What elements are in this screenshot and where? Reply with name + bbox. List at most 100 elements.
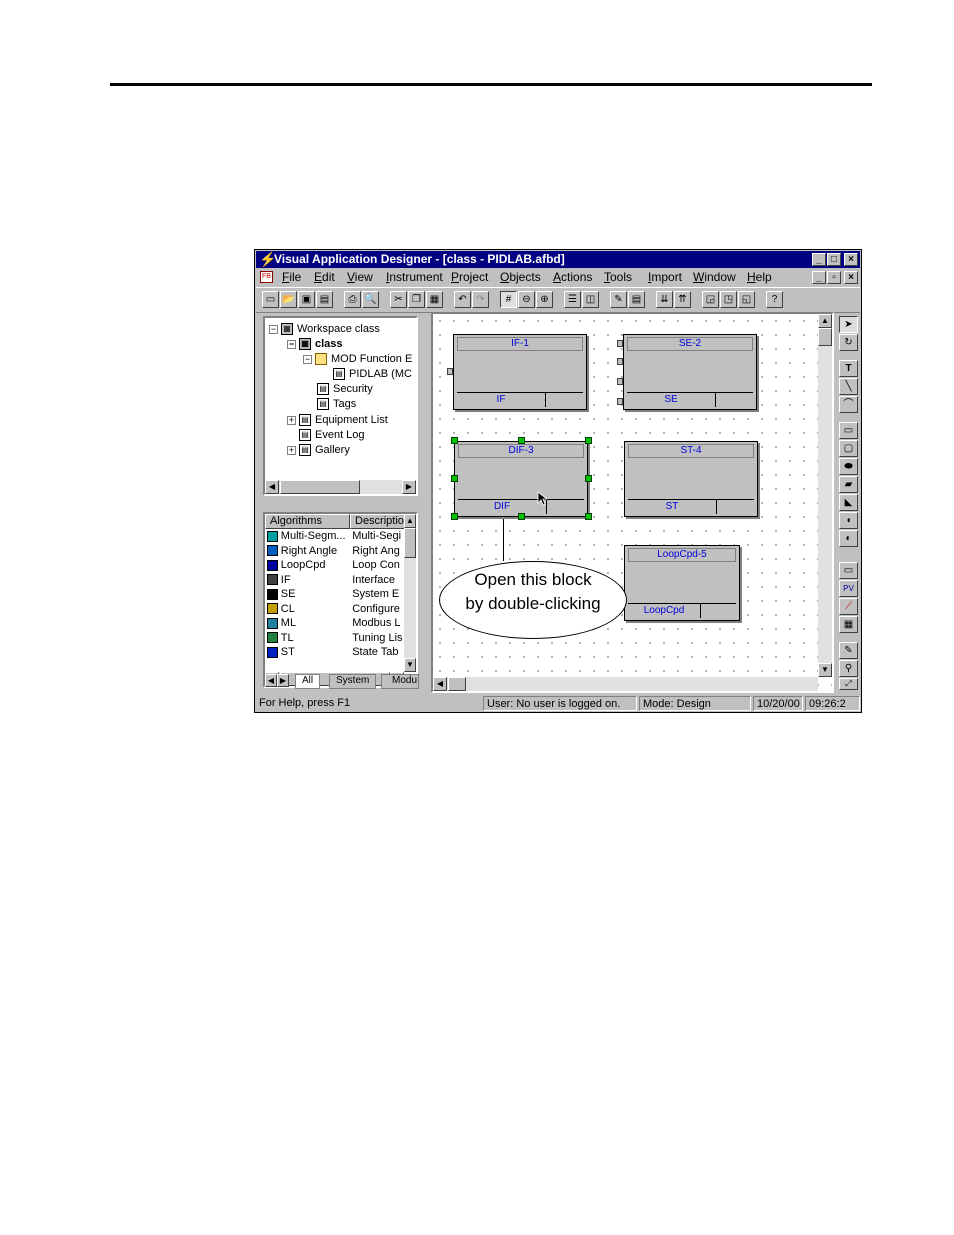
list-item[interactable]: CL Configure — [265, 602, 405, 617]
pie-icon[interactable]: ◣ — [839, 494, 858, 511]
mdi-close-button[interactable]: × — [844, 271, 858, 284]
zoom-fit-icon[interactable]: ⤢ — [839, 678, 858, 690]
function-block-se-2[interactable]: SE-2 SE — [623, 334, 757, 410]
maximize-button[interactable]: □ — [827, 253, 841, 266]
input-port[interactable] — [447, 368, 453, 375]
save-all-icon[interactable]: ▤ — [316, 291, 333, 308]
rotate-icon[interactable]: ↻ — [839, 334, 858, 351]
scroll-thumb[interactable] — [448, 677, 466, 691]
zoom-in-icon[interactable]: ⊕ — [536, 291, 553, 308]
rectangle-icon[interactable]: ▭ — [839, 422, 858, 439]
compile-icon[interactable]: ✎ — [610, 291, 627, 308]
tab-modules[interactable]: Modu — [381, 674, 419, 689]
collapse-icon[interactable]: − — [269, 324, 278, 334]
resize-handle[interactable] — [451, 437, 458, 444]
text-icon[interactable]: T — [839, 360, 858, 377]
tree-item-security[interactable]: ▤ Security — [317, 382, 373, 396]
resize-handle[interactable] — [451, 513, 458, 520]
tab-scroll-right-icon[interactable]: ▶ — [277, 674, 289, 687]
pv-icon[interactable]: PV — [839, 580, 858, 597]
input-port[interactable] — [617, 340, 623, 347]
tree-item-pidlab[interactable]: ▤ PIDLAB (MC — [333, 367, 412, 381]
menu-instrument[interactable]: Instrument — [386, 269, 443, 286]
pointer-icon[interactable]: ➤ — [839, 316, 858, 333]
trend-icon[interactable]: ⟋ — [839, 598, 858, 615]
print-preview-icon[interactable]: 🔍 — [362, 291, 379, 308]
tree-item-gallery[interactable]: + ▤ Gallery — [287, 443, 350, 457]
copy-icon[interactable]: ❐ — [408, 291, 425, 308]
minimize-button[interactable]: _ — [812, 253, 826, 266]
design-canvas[interactable]: IF-1 IF SE-2 SE DIF-3 DIF ST-4 ST LoopCp… — [431, 312, 834, 693]
list-item[interactable]: ST State Tab — [265, 645, 405, 660]
function-block-st-4[interactable]: ST-4 ST — [624, 441, 758, 517]
scroll-right-icon[interactable]: ▶ — [402, 480, 416, 494]
menu-file[interactable]: File — [282, 269, 301, 286]
list-item[interactable]: LoopCpd Loop Con — [265, 558, 405, 573]
tree-item-tags[interactable]: ▤ Tags — [317, 397, 356, 411]
tree-item-class[interactable]: − ▦ class — [287, 337, 343, 351]
list-item[interactable]: Multi-Segm... Multi-Segi — [265, 529, 405, 544]
canvas-hscrollbar[interactable]: ◀ — [433, 677, 818, 691]
tile-horizontal-icon[interactable]: ☰ — [564, 291, 581, 308]
window-2-icon[interactable]: ◳ — [720, 291, 737, 308]
circle-icon[interactable]: ◐ — [839, 530, 858, 547]
scroll-left-icon[interactable]: ◀ — [433, 677, 447, 691]
function-block-if-1[interactable]: IF-1 IF — [453, 334, 587, 410]
list-vscrollbar[interactable]: ▲ ▼ — [404, 514, 416, 672]
download-icon[interactable]: ⇊ — [656, 291, 673, 308]
window-3-icon[interactable]: ◱ — [738, 291, 755, 308]
bitmap-icon[interactable]: ▦ — [839, 616, 858, 633]
tree-item-equipment-list[interactable]: + ▤ Equipment List — [287, 413, 388, 427]
menu-objects[interactable]: Objects — [500, 269, 541, 286]
upload-icon[interactable]: ⇈ — [674, 291, 691, 308]
tree-item-event-log[interactable]: ▤ Event Log — [299, 428, 365, 442]
redo-icon[interactable]: ↷ — [472, 291, 489, 308]
mdi-minimize-button[interactable]: _ — [812, 271, 826, 284]
context-help-icon[interactable]: ? — [766, 291, 783, 308]
paste-icon[interactable]: ▦ — [426, 291, 443, 308]
undo-icon[interactable]: ↶ — [454, 291, 471, 308]
collapse-icon[interactable]: − — [303, 354, 312, 364]
scroll-thumb[interactable] — [280, 480, 360, 494]
list-item[interactable]: SE System E — [265, 587, 405, 602]
list-item[interactable]: TL Tuning Lis — [265, 631, 405, 646]
algorithm-list[interactable]: Algorithms Descriptio Multi-Segm... Multi… — [263, 512, 418, 688]
scroll-down-icon[interactable]: ▼ — [818, 663, 832, 677]
canvas-vscrollbar[interactable]: ▲ ▼ — [818, 314, 832, 677]
scroll-thumb[interactable] — [404, 528, 416, 558]
input-port[interactable] — [617, 378, 623, 385]
column-header-algorithms[interactable]: Algorithms — [265, 514, 350, 529]
zoom-out-icon[interactable]: ⊖ — [518, 291, 535, 308]
tab-all[interactable]: All — [295, 674, 321, 689]
scroll-up-icon[interactable]: ▲ — [818, 314, 832, 328]
dropper-icon[interactable]: ✎ — [839, 642, 858, 659]
chord-icon[interactable]: ◖ — [839, 512, 858, 529]
input-port[interactable] — [617, 398, 623, 405]
resize-handle[interactable] — [585, 437, 592, 444]
menu-help[interactable]: Help — [747, 269, 772, 286]
polygon-icon[interactable]: ▰ — [839, 476, 858, 493]
tree-item-workspace[interactable]: − ▦ Workspace class — [269, 322, 380, 336]
tile-vertical-icon[interactable]: ◫ — [582, 291, 599, 308]
workspace-tree[interactable]: − ▦ Workspace class − ▦ class − MOD Func… — [263, 316, 418, 496]
menu-import[interactable]: Import — [648, 269, 682, 286]
menu-actions[interactable]: Actions — [553, 269, 592, 286]
resize-handle[interactable] — [518, 437, 525, 444]
grid-icon[interactable]: # — [500, 291, 517, 308]
resize-handle[interactable] — [451, 475, 458, 482]
document-icon[interactable]: FB — [260, 271, 273, 283]
input-port[interactable] — [617, 358, 623, 365]
collapse-icon[interactable]: − — [287, 339, 296, 349]
arc-icon[interactable]: ⌒ — [839, 396, 858, 413]
menu-project[interactable]: Project — [451, 269, 488, 286]
window-1-icon[interactable]: ◲ — [702, 291, 719, 308]
tab-system[interactable]: System — [329, 674, 377, 689]
tree-hscrollbar[interactable]: ◀ ▶ — [265, 480, 416, 494]
title-bar[interactable]: ⚡ Visual Application Designer - [class -… — [256, 251, 860, 268]
tab-scroll-left-icon[interactable]: ◀ — [265, 674, 277, 687]
open-icon[interactable]: 📂 — [280, 291, 297, 308]
column-header-description[interactable]: Descriptio — [350, 514, 406, 529]
list-item[interactable]: ML Modbus L — [265, 616, 405, 631]
new-icon[interactable]: ▭ — [262, 291, 279, 308]
menu-tools[interactable]: Tools — [604, 269, 632, 286]
